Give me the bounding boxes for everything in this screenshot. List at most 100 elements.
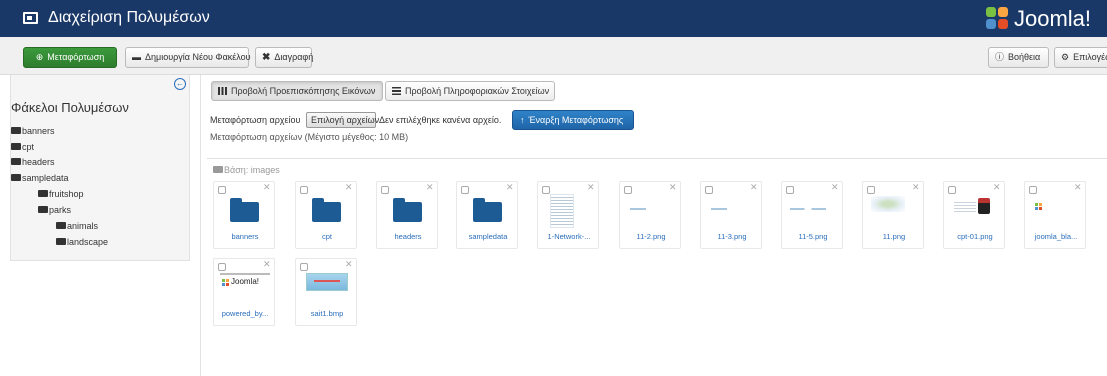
select-checkbox[interactable] bbox=[867, 186, 875, 194]
media-item-name[interactable]: banners bbox=[214, 232, 276, 241]
select-checkbox[interactable] bbox=[786, 186, 794, 194]
folder-icon bbox=[312, 198, 341, 222]
select-checkbox[interactable] bbox=[218, 186, 226, 194]
delete-icon[interactable]: ✕ bbox=[993, 182, 1001, 193]
delete-icon[interactable]: ✕ bbox=[263, 182, 271, 193]
upload-icon: ↑ bbox=[520, 115, 525, 125]
media-item-name[interactable]: cpt bbox=[296, 232, 358, 241]
image-preview bbox=[790, 208, 826, 210]
select-checkbox[interactable] bbox=[542, 186, 550, 194]
media-item-sampledata[interactable]: ✕ sampledata bbox=[456, 181, 518, 249]
delete-button[interactable]: ✖ Διαγραφή bbox=[255, 47, 313, 68]
media-item-11-3[interactable]: ✕ 11-3.png bbox=[700, 181, 762, 249]
sidebar-item-label: cpt bbox=[22, 142, 35, 152]
close-icon: ✖ bbox=[262, 52, 271, 63]
delete-icon[interactable]: ✕ bbox=[750, 182, 758, 193]
media-item-11[interactable]: ✕ 11.png bbox=[862, 181, 924, 249]
media-item-name[interactable]: 1-Network-... bbox=[538, 232, 600, 241]
sidebar-item-cpt[interactable]: cpt bbox=[11, 142, 34, 152]
media-item-cpt-01[interactable]: ✕ cpt-01.png bbox=[943, 181, 1005, 249]
image-preview-stripe bbox=[314, 280, 340, 282]
select-checkbox[interactable] bbox=[218, 263, 226, 271]
folder-sidebar: ← Φάκελοι Πολυμέσων banners cpt headers … bbox=[10, 75, 190, 261]
select-checkbox[interactable] bbox=[300, 186, 308, 194]
delete-icon[interactable]: ✕ bbox=[426, 182, 434, 193]
start-upload-button[interactable]: ↑ Έναρξη Μεταφόρτωσης bbox=[512, 110, 634, 130]
media-item-name[interactable]: 11-5.png bbox=[782, 232, 844, 241]
app-header: Διαχείριση Πολυμέσων Joomla! bbox=[0, 0, 1107, 37]
image-preview bbox=[871, 196, 905, 212]
no-file-label: Δεν επιλέχθηκε κανένα αρχείο. bbox=[379, 115, 502, 125]
sidebar-item-banners[interactable]: banners bbox=[11, 126, 55, 136]
upload-button[interactable]: ⊕ Μεταφόρτωση bbox=[23, 47, 117, 68]
select-checkbox[interactable] bbox=[948, 186, 956, 194]
select-checkbox[interactable] bbox=[300, 263, 308, 271]
sidebar-item-parks[interactable]: parks bbox=[38, 205, 71, 215]
sidebar-item-label: headers bbox=[22, 157, 55, 167]
media-item-name[interactable]: powered_by... bbox=[214, 309, 276, 318]
delete-icon[interactable]: ✕ bbox=[912, 182, 920, 193]
sidebar-title: Φάκελοι Πολυμέσων bbox=[11, 100, 129, 115]
delete-icon[interactable]: ✕ bbox=[669, 182, 677, 193]
tab-label: Προβολή Προεπισκόπησης Εικόνων bbox=[231, 86, 376, 96]
media-icon bbox=[23, 12, 38, 24]
options-button-label: Επιλογές bbox=[1073, 52, 1107, 62]
delete-icon[interactable]: ✕ bbox=[345, 259, 353, 270]
select-checkbox[interactable] bbox=[381, 186, 389, 194]
sidebar-item-fruitshop[interactable]: fruitshop bbox=[38, 189, 84, 199]
choose-files-button[interactable]: Επιλογή αρχείων bbox=[306, 112, 379, 128]
image-preview bbox=[306, 273, 348, 291]
media-item-sait1[interactable]: ✕ sait1.bmp bbox=[295, 258, 357, 326]
sidebar-item-label: animals bbox=[67, 221, 99, 231]
media-item-cpt[interactable]: ✕ cpt bbox=[295, 181, 357, 249]
folder-icon bbox=[38, 190, 48, 197]
media-item-banners[interactable]: ✕ banners bbox=[213, 181, 275, 249]
delete-icon[interactable]: ✕ bbox=[345, 182, 353, 193]
select-checkbox[interactable] bbox=[705, 186, 713, 194]
plus-circle-icon: ⊕ bbox=[35, 52, 44, 62]
options-button[interactable]: ⚙ Επιλογές bbox=[1054, 47, 1107, 68]
media-item-headers[interactable]: ✕ headers bbox=[376, 181, 438, 249]
media-item-name[interactable]: 11-2.png bbox=[620, 232, 682, 241]
select-checkbox[interactable] bbox=[461, 186, 469, 194]
list-icon bbox=[392, 87, 401, 95]
sidebar-item-headers[interactable]: headers bbox=[11, 157, 55, 167]
help-button[interactable]: ⓘ Βοήθεια bbox=[988, 47, 1049, 68]
sidebar-item-sampledata[interactable]: sampledata bbox=[11, 173, 69, 183]
media-main: Προβολή Προεπισκόπησης Εικόνων Προβολή Π… bbox=[200, 75, 1107, 376]
select-checkbox[interactable] bbox=[1029, 186, 1037, 194]
media-item-name[interactable]: joomla_bla... bbox=[1025, 232, 1087, 241]
new-folder-button[interactable]: ▬ Δημιουργία Νέου Φακέλου bbox=[125, 47, 251, 68]
folder-icon: ▬ bbox=[132, 52, 141, 62]
max-size-note: Μεταφόρτωση αρχείων (Μέγιστο μέγεθος: 10… bbox=[210, 132, 409, 142]
delete-icon[interactable]: ✕ bbox=[587, 182, 595, 193]
delete-icon[interactable]: ✕ bbox=[1074, 182, 1082, 193]
media-item-name[interactable]: headers bbox=[377, 232, 439, 241]
media-item-name[interactable]: sait1.bmp bbox=[296, 309, 358, 318]
select-checkbox[interactable] bbox=[624, 186, 632, 194]
folder-icon bbox=[11, 174, 21, 181]
delete-icon[interactable]: ✕ bbox=[506, 182, 514, 193]
media-item-1-network[interactable]: ✕ 1-Network-... bbox=[537, 181, 599, 249]
breadcrumb-label: Βάση: images bbox=[224, 165, 280, 175]
media-item-powered-by[interactable]: ✕ Joomla! powered_by... bbox=[213, 258, 275, 326]
media-item-11-5[interactable]: ✕ 11-5.png bbox=[781, 181, 843, 249]
media-item-joomla-black[interactable]: ✕ joomla_bla... bbox=[1024, 181, 1086, 249]
folder-icon bbox=[11, 127, 21, 134]
folder-icon bbox=[56, 222, 66, 229]
sidebar-item-label: sampledata bbox=[22, 173, 69, 183]
delete-icon[interactable]: ✕ bbox=[831, 182, 839, 193]
delete-icon[interactable]: ✕ bbox=[263, 259, 271, 270]
joomla-logo-icon bbox=[1035, 203, 1043, 211]
tab-thumbnails[interactable]: Προβολή Προεπισκόπησης Εικόνων bbox=[211, 81, 383, 101]
media-item-name[interactable]: sampledata bbox=[457, 232, 519, 241]
media-item-name[interactable]: 11.png bbox=[863, 232, 925, 241]
sidebar-item-animals[interactable]: animals bbox=[56, 221, 98, 231]
media-item-name[interactable]: cpt-01.png bbox=[944, 232, 1006, 241]
media-item-name[interactable]: 11-3.png bbox=[701, 232, 763, 241]
breadcrumb[interactable]: Βάση: images bbox=[213, 165, 280, 175]
tab-details[interactable]: Προβολή Πληροφοριακών Στοιχείων bbox=[385, 81, 555, 101]
collapse-sidebar-icon[interactable]: ← bbox=[174, 78, 186, 90]
sidebar-item-landscape[interactable]: landscape bbox=[56, 237, 108, 247]
media-item-11-2[interactable]: ✕ 11-2.png bbox=[619, 181, 681, 249]
